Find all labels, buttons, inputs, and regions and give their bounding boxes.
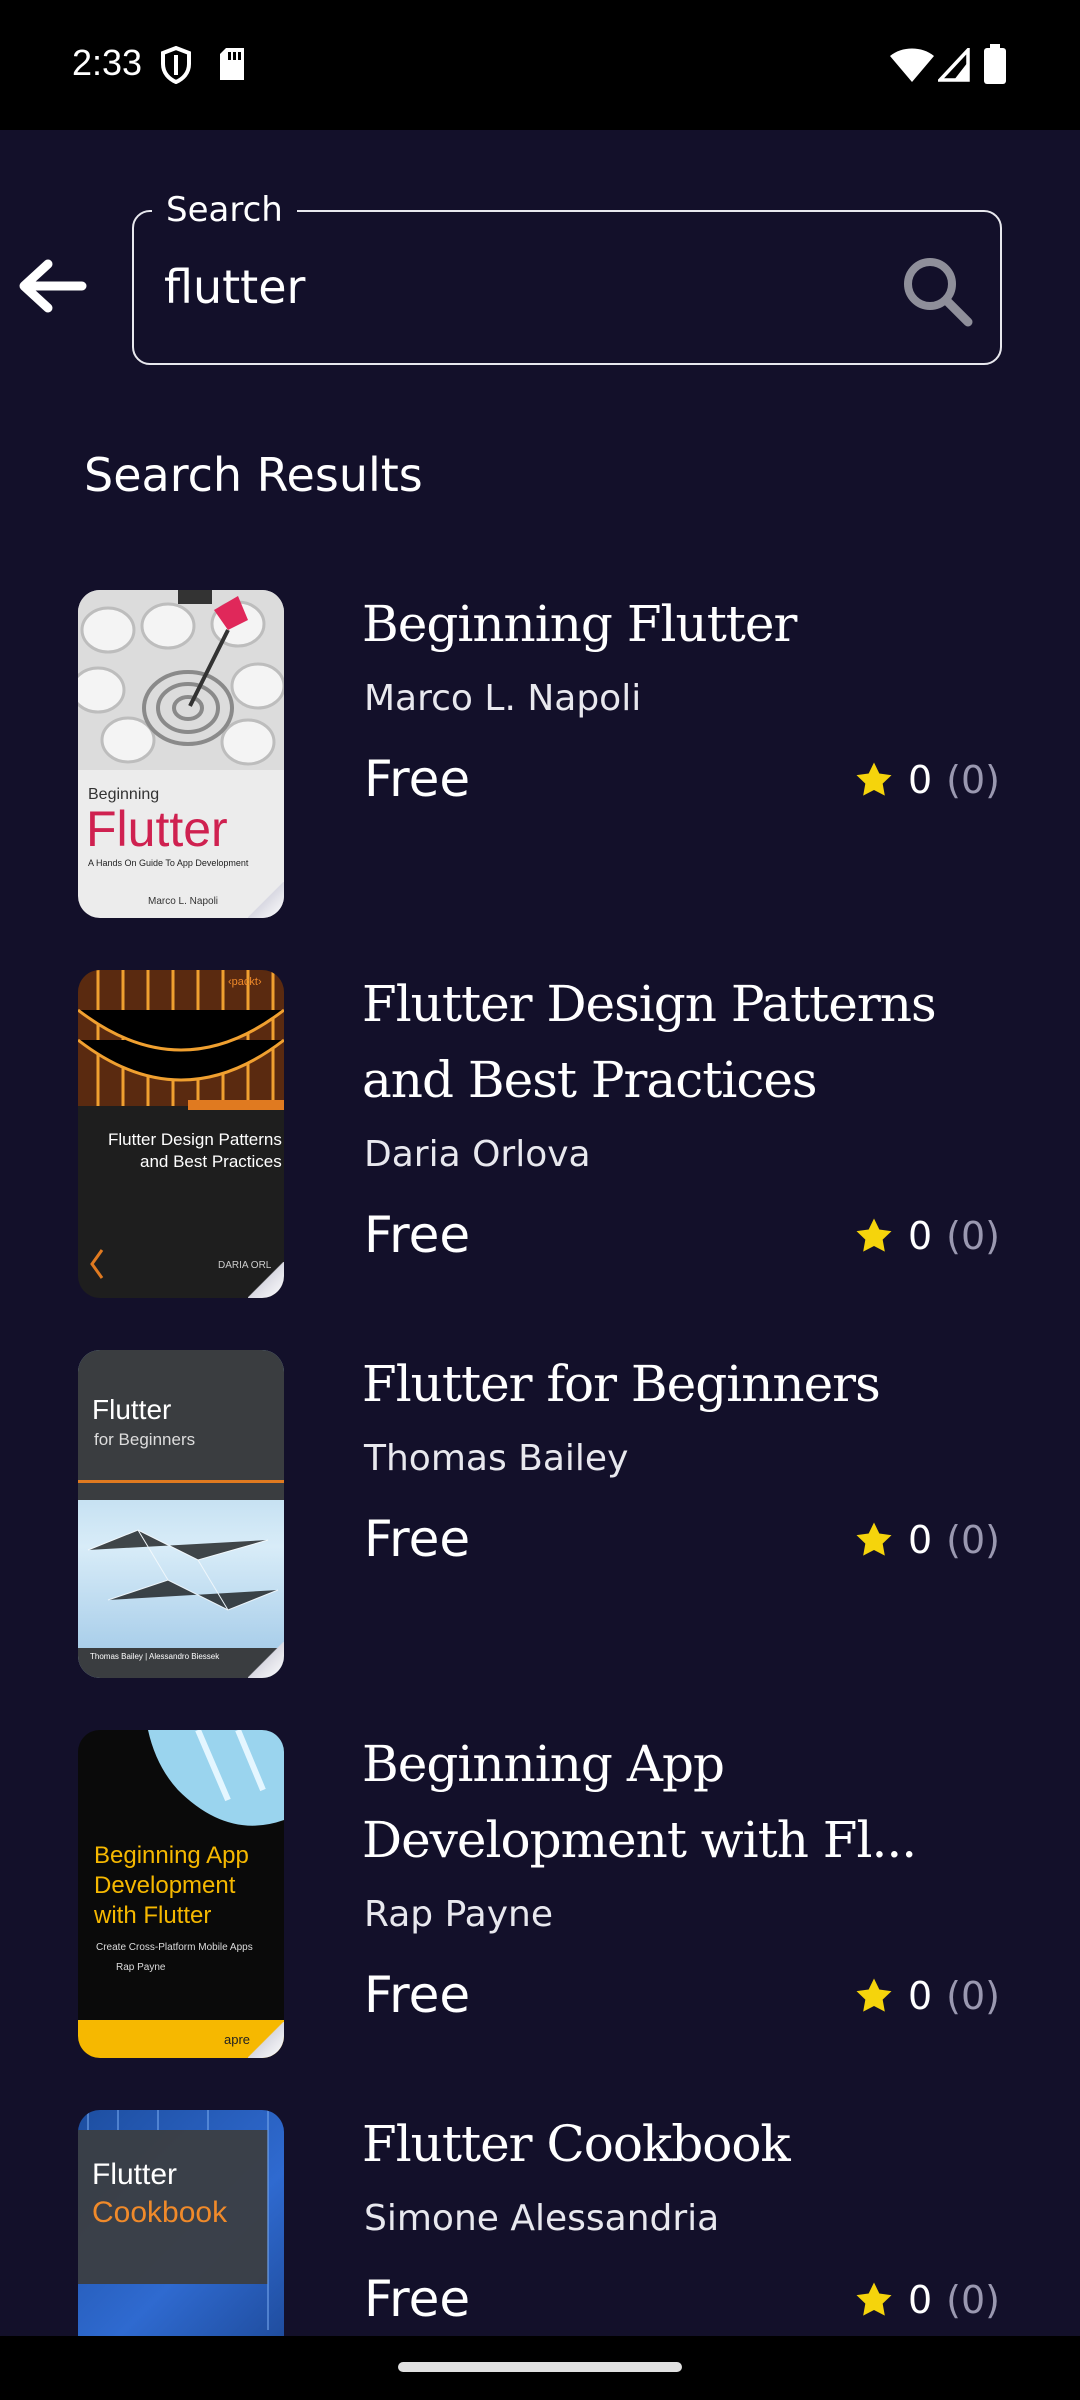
book-cover: ‹packt› Flutter Design Patterns and Best… bbox=[78, 970, 284, 1298]
book-title: Flutter Cookbook bbox=[362, 2115, 791, 2173]
star-icon bbox=[856, 1218, 892, 1252]
page-curl bbox=[248, 1262, 284, 1298]
book-list-item[interactable]: ‹packt› Flutter Design Patterns and Best… bbox=[0, 970, 1080, 1300]
cover-headline: Flutter Design Patterns bbox=[108, 1130, 282, 1149]
book-rating: 0 (0) bbox=[854, 1974, 1000, 2018]
book-title: Beginning Flutter bbox=[362, 595, 797, 653]
rating-count: (0) bbox=[946, 1974, 1000, 2018]
book-rating: 0 (0) bbox=[854, 758, 1000, 802]
book-rating: 0 (0) bbox=[854, 2278, 1000, 2322]
star-icon bbox=[856, 1978, 892, 2012]
cover-headline: Flutter bbox=[92, 1394, 172, 1425]
book-list-item[interactable]: Beginning App Development with Flutter C… bbox=[0, 1730, 1080, 2060]
book-cover: Flutter Cookbook bbox=[78, 2110, 284, 2336]
sd-card-icon bbox=[220, 48, 244, 80]
book-title: Flutter for Beginners bbox=[362, 1355, 881, 1413]
book-price: Free bbox=[364, 1966, 471, 2024]
rating-value: 0 bbox=[907, 1974, 933, 2018]
dartboard-illustration bbox=[78, 590, 284, 770]
rating-count: (0) bbox=[946, 2278, 1000, 2322]
shield-icon bbox=[161, 46, 191, 84]
cover-headline: Flutter bbox=[86, 801, 228, 857]
search-input[interactable]: Search flutter bbox=[132, 190, 1002, 365]
cover-subline: Create Cross-Platform Mobile Apps bbox=[96, 1942, 253, 1953]
status-time: 2:33 bbox=[72, 42, 143, 83]
book-title: Beginning App Development with Fl... bbox=[362, 1735, 917, 1869]
arrow-left-icon bbox=[19, 259, 87, 313]
cover-headline-2: Development bbox=[94, 1872, 236, 1899]
page-curl bbox=[248, 2022, 284, 2058]
book-price: Free bbox=[364, 2270, 471, 2328]
star-icon bbox=[856, 762, 892, 796]
rating-count: (0) bbox=[946, 758, 1000, 802]
book-rating: 0 (0) bbox=[854, 1214, 1000, 1258]
rating-count: (0) bbox=[946, 1518, 1000, 1562]
star-icon bbox=[856, 1522, 892, 1556]
book-author: Daria Orlova bbox=[364, 1134, 591, 1175]
search-value: flutter bbox=[164, 260, 306, 314]
search-icon[interactable] bbox=[898, 252, 976, 330]
cover-headline-3: with Flutter bbox=[94, 1902, 212, 1929]
cover-byline: Marco L. Napoli bbox=[148, 896, 219, 907]
rating-value: 0 bbox=[907, 1214, 933, 1258]
cover-publisher: apre bbox=[224, 2032, 251, 2047]
book-price: Free bbox=[364, 1510, 471, 1568]
page-curl bbox=[248, 882, 284, 918]
cover-headline-2: Cookbook bbox=[92, 2196, 228, 2229]
book-list-item[interactable]: Beginning Flutter A Hands On Guide To Ap… bbox=[0, 590, 1080, 920]
book-cover: Beginning App Development with Flutter C… bbox=[78, 1730, 284, 2058]
book-cover: Flutter for Beginners Thomas Bailey | Al… bbox=[78, 1350, 284, 1678]
rating-value: 0 bbox=[907, 2278, 933, 2322]
cellular-signal-icon bbox=[938, 48, 970, 82]
cover-headline-2: for Beginners bbox=[94, 1430, 196, 1449]
book-author: Rap Payne bbox=[364, 1894, 553, 1935]
book-author: Thomas Bailey bbox=[364, 1438, 629, 1479]
battery-icon bbox=[984, 44, 1006, 84]
book-price: Free bbox=[364, 750, 471, 808]
rating-value: 0 bbox=[907, 1518, 933, 1562]
book-author: Simone Alessandria bbox=[364, 2198, 720, 2239]
rating-value: 0 bbox=[907, 758, 933, 802]
home-gesture-handle[interactable] bbox=[398, 2362, 682, 2372]
book-author: Marco L. Napoli bbox=[364, 678, 642, 719]
cover-subline: A Hands On Guide To App Development bbox=[88, 858, 249, 868]
cover-byline: Thomas Bailey | Alessandro Biessek bbox=[90, 1652, 220, 1661]
book-list-item[interactable]: Flutter for Beginners Thomas Bailey | Al… bbox=[0, 1350, 1080, 1680]
cover-headline: Beginning App bbox=[94, 1842, 249, 1869]
book-rating: 0 (0) bbox=[854, 1518, 1000, 1562]
book-list-item[interactable]: Flutter Cookbook Flutter Cookbook Simone… bbox=[0, 2110, 1080, 2336]
cover-byline: Rap Payne bbox=[116, 1962, 166, 1973]
status-bar: 2:33 bbox=[0, 0, 1080, 130]
star-icon bbox=[856, 2282, 892, 2316]
cover-headline: Flutter bbox=[92, 2158, 178, 2191]
book-price: Free bbox=[364, 1206, 471, 1264]
rating-count: (0) bbox=[946, 1214, 1000, 1258]
cover-publisher: ‹packt› bbox=[228, 976, 262, 988]
cover-headline-2: and Best Practices bbox=[140, 1152, 282, 1171]
book-cover: Beginning Flutter A Hands On Guide To Ap… bbox=[78, 590, 284, 918]
search-label: Search bbox=[152, 190, 297, 230]
page-curl bbox=[248, 1642, 284, 1678]
section-title: Search Results bbox=[84, 448, 423, 502]
book-title: Flutter Design Patterns and Best Practic… bbox=[362, 975, 937, 1109]
back-button[interactable] bbox=[14, 252, 90, 320]
wifi-icon bbox=[890, 48, 934, 82]
